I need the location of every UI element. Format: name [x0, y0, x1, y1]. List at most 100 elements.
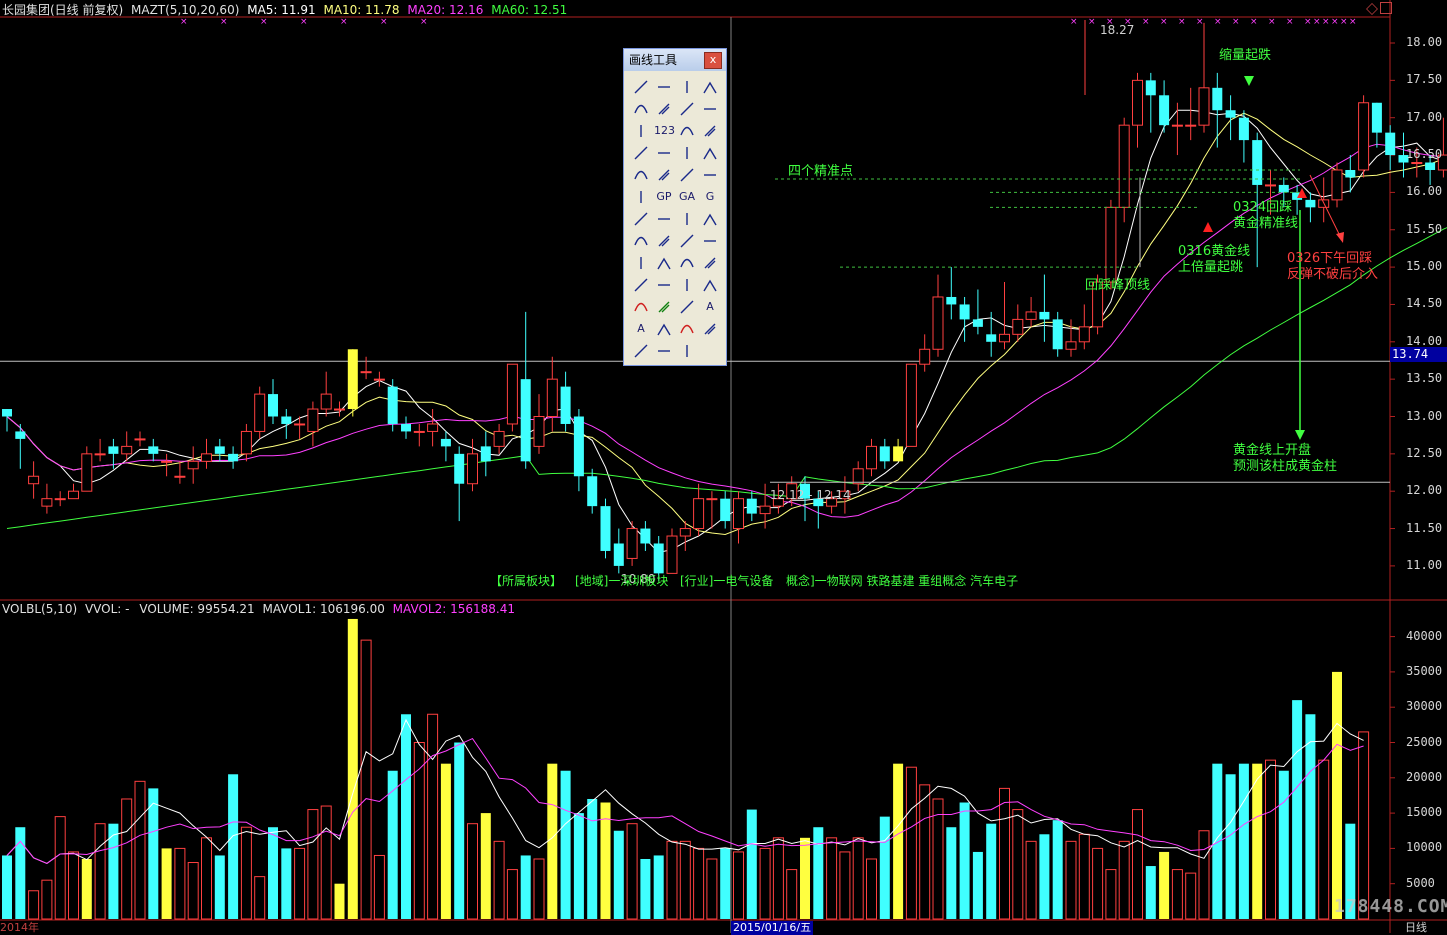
volume-bar	[826, 837, 838, 920]
volume-bar	[440, 763, 451, 919]
tool-num-123-icon[interactable]: 123	[654, 121, 675, 141]
volume-bar	[254, 876, 266, 920]
candle-body	[733, 498, 744, 530]
tool-ray-icon[interactable]	[677, 77, 697, 97]
tool-note-icon[interactable]	[631, 341, 651, 361]
tool-fan-icon[interactable]	[631, 275, 651, 295]
tool-gann2-icon[interactable]	[700, 209, 720, 229]
tool-arc-icon[interactable]	[654, 143, 674, 163]
price-tick-label: 14.00	[1406, 333, 1443, 348]
tool-cycle5-icon[interactable]	[631, 253, 651, 273]
tool-ruler-icon[interactable]	[654, 341, 674, 361]
marker-x: ×	[420, 17, 428, 27]
candle-body	[2, 409, 12, 417]
candle-body	[1105, 206, 1117, 283]
tool-text-tag-icon[interactable]: A	[631, 319, 651, 339]
tool-angle-icon[interactable]	[700, 253, 720, 273]
tool-parallel2-icon[interactable]	[700, 121, 720, 141]
candle-body	[640, 528, 651, 544]
hline-label: 12.12 - 12.14	[770, 488, 851, 502]
tool-h-ray-icon[interactable]	[654, 99, 674, 119]
tool-arrow-select-icon[interactable]	[631, 77, 651, 97]
tool-wave-up-icon[interactable]	[677, 165, 697, 185]
tool-circle-icon[interactable]	[677, 143, 697, 163]
tool-wave-n-icon[interactable]	[700, 165, 720, 185]
tool-camera-icon[interactable]	[677, 341, 697, 361]
tool-triangle-icon[interactable]	[677, 275, 697, 295]
tool-cycle-icon[interactable]	[631, 231, 651, 251]
tool-wave-m-icon[interactable]	[631, 187, 651, 207]
tool-up-red-icon[interactable]	[631, 297, 651, 317]
candle-body	[1198, 87, 1210, 126]
volume-bar	[693, 847, 705, 920]
tool-fibo-lines-icon[interactable]	[631, 209, 651, 229]
tool-cycle3-icon[interactable]	[677, 231, 697, 251]
marker-x: ×	[1160, 17, 1168, 27]
tool-delete-icon[interactable]	[677, 319, 697, 339]
price-tick-label: 16.00	[1406, 184, 1443, 199]
tool-wave-icon[interactable]	[654, 165, 674, 185]
candle-body	[1278, 184, 1289, 193]
tool-box-icon[interactable]	[654, 319, 674, 339]
volume-tick-label: 15000	[1406, 805, 1443, 820]
window-icon[interactable]	[1380, 2, 1392, 14]
tool-arc-tool-icon[interactable]	[631, 143, 651, 163]
volume-bar	[360, 639, 372, 920]
candle-body	[240, 430, 252, 455]
tool-segment-icon[interactable]	[654, 77, 674, 97]
annotation-0316-2: 上倍量起跳	[1178, 260, 1244, 275]
marker-x: ×	[1331, 17, 1339, 27]
sector-region[interactable]: [地域]一深圳板块	[575, 574, 668, 588]
tool-fibo-time-icon[interactable]	[654, 209, 674, 229]
tool-fibo-ga-icon[interactable]: GA	[677, 187, 697, 207]
candle-body	[1345, 169, 1356, 178]
volume-bar	[268, 827, 278, 919]
stock-name: 长园集团(日线 前复权)	[2, 3, 124, 17]
candle-body	[148, 446, 159, 454]
price-tick-label: 13.50	[1406, 371, 1443, 386]
candle-body	[307, 408, 319, 432]
tool-fibo-gp-icon[interactable]: GP	[654, 187, 674, 207]
tool-dot-seg-icon[interactable]	[700, 99, 720, 119]
tool-cycle6-icon[interactable]	[654, 253, 674, 273]
candle-body	[1039, 311, 1050, 320]
tool-cycle7-icon[interactable]	[677, 253, 697, 273]
candle-body	[268, 394, 278, 417]
tool-cycle2-icon[interactable]	[654, 231, 674, 251]
candle-body	[94, 453, 106, 456]
volume-bar	[839, 851, 851, 920]
tool-down-green-icon[interactable]	[654, 297, 674, 317]
sector-board[interactable]: 【所属板块】	[490, 574, 562, 588]
red-arrow-head	[1336, 232, 1344, 243]
tool-v-line-icon[interactable]	[677, 99, 697, 119]
candle-body	[174, 475, 186, 478]
tool-cycle4-icon[interactable]	[700, 231, 720, 251]
sector-concept[interactable]: 概念]一物联网 铁路基建 重组概念 汽车电子	[786, 574, 1018, 588]
tool-arrow-mix-icon[interactable]	[677, 297, 697, 317]
tool-parallel-icon[interactable]	[677, 121, 697, 141]
marker-x: ×	[1322, 17, 1330, 27]
volume-bar	[1078, 833, 1090, 920]
volume-bar	[759, 847, 771, 920]
tool-trend-h-icon[interactable]	[631, 99, 651, 119]
drawing-tool-palette[interactable]: 画线工具 x 123 GP GA G A A	[623, 48, 727, 366]
sector-industry[interactable]: [行业]一电气设备	[680, 574, 773, 588]
tool-gann-icon[interactable]	[677, 209, 697, 229]
tool-text-A-icon[interactable]: A	[700, 297, 720, 317]
tool-fibo-gt-icon[interactable]: G	[700, 187, 720, 207]
tool-wave-w-icon[interactable]	[631, 165, 651, 185]
candle-body	[879, 446, 890, 462]
candle-body	[1025, 311, 1037, 320]
tool-v-line2-icon[interactable]	[631, 121, 651, 141]
volume-bar	[228, 774, 239, 919]
tool-lock-icon[interactable]	[700, 319, 720, 339]
tool-down-arrow-icon[interactable]	[654, 275, 674, 295]
volume-bar	[560, 770, 571, 919]
palette-titlebar[interactable]: 画线工具 x	[624, 49, 726, 71]
tool-sphere-icon[interactable]	[700, 143, 720, 163]
marker-x: ×	[300, 17, 308, 27]
tool-rect-icon[interactable]	[700, 275, 720, 295]
candle-body	[347, 349, 358, 410]
tool-line-icon[interactable]	[700, 77, 720, 97]
palette-close-button[interactable]: x	[704, 52, 722, 69]
